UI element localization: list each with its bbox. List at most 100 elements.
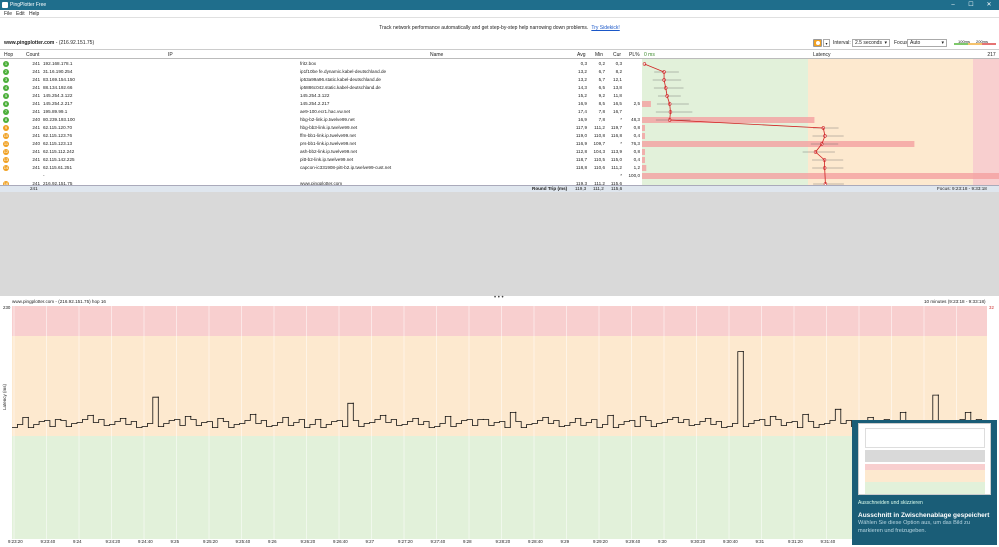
avg-cell: 13,2 xyxy=(578,69,587,74)
maximize-button[interactable]: ☐ xyxy=(962,0,980,10)
table-row[interactable]: 6 241 145.254.2.217 145.254.2.217 16,9 8,5 16,… xyxy=(0,100,642,108)
col-min[interactable]: Min xyxy=(595,52,603,58)
col-latency[interactable]: Latency xyxy=(813,52,831,58)
pl-cell: 0,8 xyxy=(633,125,640,130)
x-tick-label: 9:29:40 xyxy=(625,539,641,544)
cur-cell: 13,8 xyxy=(613,85,622,90)
table-row[interactable]: 4 241 88.134.192.66 ip5886c042.static.kabel… xyxy=(0,84,642,92)
name-cell[interactable]: pitt-b2-link.ip.twelve99.net xyxy=(300,157,353,162)
table-row[interactable]: 1 241 192.168.178.1 fritz.box 0,3 0,2 0,3 xyxy=(0,60,642,68)
min-cell: 111,2 xyxy=(594,125,605,130)
table-row[interactable]: 3 241 83.169.154.150 ip53a99a96.static.kabe… xyxy=(0,76,642,84)
hop-badge: 9 xyxy=(3,125,9,131)
name-cell[interactable]: 145.254.2.217 xyxy=(300,101,329,106)
minimize-button[interactable]: – xyxy=(944,0,962,10)
pl-cell: 100,0 xyxy=(628,173,641,178)
close-button[interactable]: ✕ xyxy=(980,0,998,10)
thumbnail-gray xyxy=(865,450,985,462)
min-cell: 104,3 xyxy=(593,149,606,154)
threshold-red xyxy=(982,43,996,45)
table-row[interactable]: - * 100,0 xyxy=(0,172,642,180)
name-cell[interactable]: fritz.box xyxy=(300,61,316,66)
name-cell[interactable]: hbg-bb3-link.ip.twelve99.net xyxy=(300,125,357,130)
series-point xyxy=(710,417,712,420)
footer-cur: 115,6 xyxy=(611,186,623,191)
focus-dropdown-icon: ▾ xyxy=(941,40,944,46)
name-cell[interactable]: ash-bb2-link.ip.twelve99.net xyxy=(300,149,357,154)
target-bar: www.pingplotter.com - (216.92.151.75) ▾ … xyxy=(0,36,999,50)
table-row[interactable]: 8 240 80.239.193.100 hbg-b2-link.ip.twelve9… xyxy=(0,116,642,124)
table-row[interactable]: 5 241 145.254.3.122 145.254.3.122 15,2 9,2 11,… xyxy=(0,92,642,100)
name-cell[interactable]: ffm-bb1-link.ip.twelve99.net xyxy=(300,133,356,138)
window-title: PingPlotter Free xyxy=(10,2,47,8)
avg-cell: 112,8 xyxy=(575,149,587,154)
snip-thumbnail[interactable] xyxy=(858,423,991,495)
name-cell[interactable]: ae9-100.ecr1.hac.vw.net xyxy=(300,109,350,114)
thumbnail-table xyxy=(865,428,985,448)
name-cell[interactable]: ip1f10be fe.dynamic.kabel-deutschland.de xyxy=(300,69,386,74)
pause-button[interactable] xyxy=(813,39,822,47)
table-row[interactable]: 7 241 195.89.99.1 ae9-100.ecr1.hac.vw.net 17… xyxy=(0,108,642,116)
cur-cell: 113,9 xyxy=(610,149,622,154)
col-count[interactable]: Count xyxy=(26,52,39,58)
name-cell[interactable]: capcon-ic331908-pitt-b2.ip.twelve99-cust… xyxy=(300,165,391,170)
chevron-down-icon[interactable]: ▾ xyxy=(823,39,830,47)
col-avg[interactable]: Avg xyxy=(577,52,586,58)
series-point xyxy=(287,416,289,419)
menu-help[interactable]: Help xyxy=(29,11,39,17)
menu-file[interactable]: File xyxy=(4,11,12,17)
pl-cell: 1,2 xyxy=(633,165,640,170)
col-name[interactable]: Name xyxy=(430,52,443,58)
ip-cell: 62.115.120.70 xyxy=(43,125,73,130)
name-cell[interactable]: 145.254.3.122 xyxy=(300,93,329,98)
name-cell[interactable]: prs-bb1-link.ip.twelve99.net xyxy=(300,141,356,146)
series-point xyxy=(27,416,29,419)
table-row[interactable]: 11 240 62.115.123.13 prs-bb1-link.ip.twelve… xyxy=(0,140,642,148)
col-pl[interactable]: PL% xyxy=(629,52,640,58)
hop-badge: 14 xyxy=(3,165,9,171)
avg-cell: 17,4 xyxy=(578,109,587,114)
toast-source: Ausschneiden und skizzieren xyxy=(858,500,923,506)
name-cell[interactable]: hbg-b2-link.ip.twelve99.net xyxy=(300,117,355,122)
cur-cell: 16,7 xyxy=(613,109,622,114)
min-cell: 110,5 xyxy=(593,157,605,162)
x-tick-label: 9:29 xyxy=(560,539,570,544)
footer-min: 111,2 xyxy=(593,186,604,191)
table-row[interactable]: 2 241 31.16.190.254 ip1f10be fe.dynamic.kab… xyxy=(0,68,642,76)
pl-cell: 48,3 xyxy=(631,117,640,122)
x-tick-label: 9:30:20 xyxy=(690,539,706,544)
col-cur[interactable]: Cur xyxy=(613,52,621,58)
count-cell: 241 xyxy=(32,93,40,98)
name-cell[interactable]: ip53a99a96.static.kabel-deutschland.de xyxy=(300,77,381,82)
col-hop[interactable]: Hop xyxy=(4,52,13,58)
count-cell: 241 xyxy=(32,69,40,74)
col-ip[interactable]: IP xyxy=(168,52,173,58)
ip-cell: 145.254.2.217 xyxy=(43,101,73,106)
interval-select[interactable]: 2.5 seconds ▾ xyxy=(852,39,890,47)
menu-edit[interactable]: Edit xyxy=(16,11,25,17)
snip-notification[interactable]: Ausschneiden und skizzieren Ausschnitt i… xyxy=(852,420,997,545)
min-cell: 6,7 xyxy=(598,69,605,74)
timeline-zone-red xyxy=(12,306,987,336)
table-row[interactable]: 14 241 62.115.61.251 capcon-ic331908-pitt-b… xyxy=(0,164,642,172)
count-cell: 241 xyxy=(32,165,40,170)
ip-cell: 88.134.192.66 xyxy=(43,85,73,90)
table-row[interactable]: 10 241 62.115.123.76 ffm-bb1-link.ip.twelve… xyxy=(0,132,642,140)
series-point xyxy=(645,415,647,418)
series-point xyxy=(482,418,484,421)
count-cell: 241 xyxy=(32,149,40,154)
table-row[interactable]: 12 241 62.115.112.242 ash-bb2-link.ip.twelv… xyxy=(0,148,642,156)
table-row[interactable]: 9 241 62.115.120.70 hbg-bb3-link.ip.twelve9… xyxy=(0,124,642,132)
sidekick-link[interactable]: Try Sidekick! xyxy=(591,25,619,31)
footer-label: Round Trip (ms) xyxy=(532,186,568,191)
ip-cell: 62.115.123.76 xyxy=(43,133,73,138)
focus-range-label: Focus: 9:23:18 - 9:33:18 xyxy=(937,186,987,191)
series-point xyxy=(677,416,679,419)
table-row[interactable]: 13 241 62.115.142.225 pitt-b2-link.ip.twelv… xyxy=(0,156,642,164)
focus-value: Auto xyxy=(910,40,921,46)
name-cell[interactable]: ip5886c042.static.kabel-deutschland.de xyxy=(300,85,381,90)
focus-select[interactable]: Auto ▾ xyxy=(907,39,947,47)
hop-badge: 10 xyxy=(3,133,9,139)
avg-cell: 16,9 xyxy=(578,101,587,106)
series-point xyxy=(742,350,744,353)
